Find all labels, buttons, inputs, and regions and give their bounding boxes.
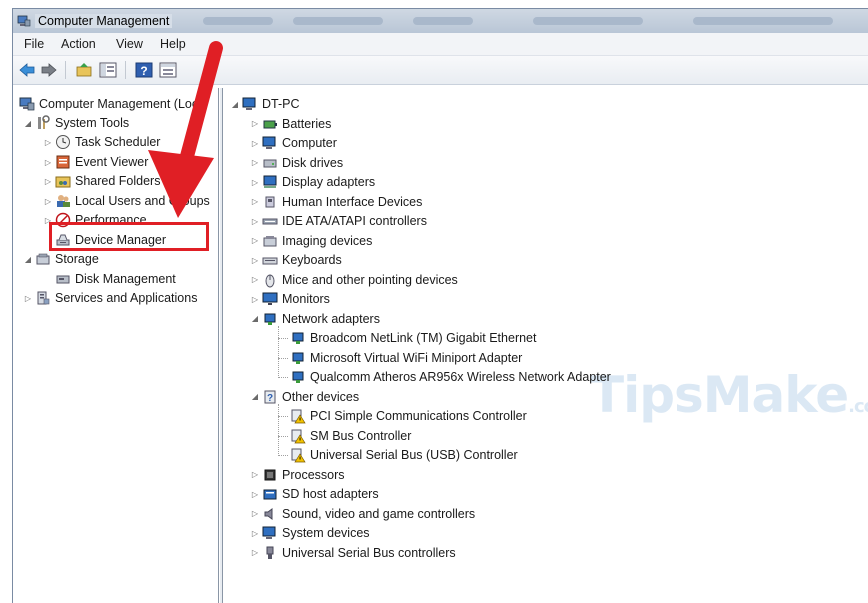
red-arrow-annotation bbox=[148, 41, 223, 218]
